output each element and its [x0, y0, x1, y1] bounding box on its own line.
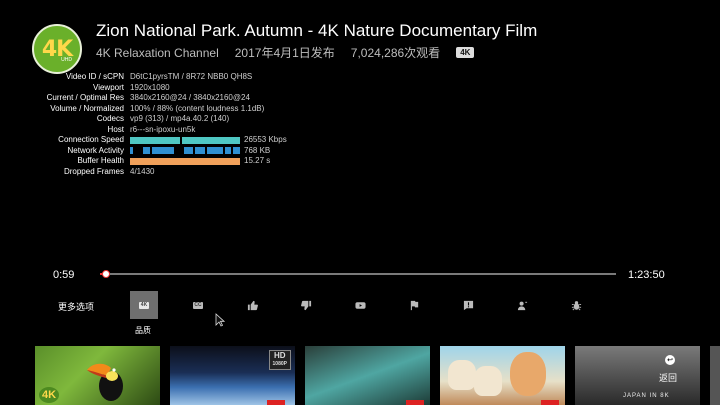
thumbs-down-icon [300, 300, 311, 310]
channel-logo-sub: UHD [61, 57, 72, 63]
view-count: 7,024,286次观看 [350, 46, 441, 60]
stat-row-dropped-frames: Dropped Frames 4/1430 [40, 167, 340, 178]
stat-value: D6tC1pyrsTM / 8R72 NBB0 QH8S [130, 72, 253, 81]
stat-label: Dropped Frames [63, 166, 124, 176]
stat-row-connection-speed: Connection Speed 26553 Kbps [40, 135, 340, 146]
stat-row-host: Host r6---sn-ipoxu-un5k [40, 125, 340, 136]
stat-row-buffer-health: Buffer Health 15.27 s [40, 156, 340, 167]
connection-speed-value: 26553 Kbps [244, 135, 287, 144]
hd-badge-sub: 1080P [272, 361, 287, 367]
stats-for-nerds-panel: Video ID / sCPN D6tC1pyrsTM / 8R72 NBB0 … [40, 72, 340, 177]
cartoon-boy-image [510, 352, 546, 396]
stat-value: 4/1430 [130, 166, 155, 176]
toucan-image [87, 363, 123, 401]
stat-value: 3840x2160@24 / 3840x2160@24 [130, 93, 250, 102]
stat-value: 26553 Kbps [130, 135, 287, 146]
stat-value: r6---sn-ipoxu-un5k [130, 124, 196, 134]
youtube-icon [354, 301, 366, 309]
related-video-thumbnail[interactable]: JAPAN IN 8K [575, 346, 700, 405]
stat-label: Viewport [93, 82, 124, 92]
stat-row-viewport: Viewport 1920x1080 [40, 83, 340, 94]
kitten-image [448, 360, 476, 390]
youtube-button[interactable] [346, 291, 374, 319]
stat-label: Host [107, 124, 124, 134]
captions-button[interactable]: CC [184, 291, 212, 319]
kitten-image [474, 366, 502, 396]
seek-handle[interactable] [102, 270, 111, 278]
total-time: 1:23:50 [628, 269, 665, 281]
related-video-thumbnail[interactable] [305, 346, 430, 405]
like-button[interactable] [238, 291, 266, 319]
quality-button[interactable]: 4K [130, 291, 158, 319]
hd-badge: HD 1080P [268, 350, 291, 370]
stat-row-video-id: Video ID / sCPN D6tC1pyrsTM / 8R72 NBB0 … [40, 72, 340, 83]
network-activity-bar [130, 147, 241, 155]
debug-button[interactable] [562, 291, 590, 319]
hd-badge-text: HD [273, 351, 286, 360]
report-button[interactable] [400, 291, 428, 319]
video-title: Zion National Park. Autumn - 4K Nature D… [96, 21, 538, 40]
related-videos-row: 4K HD 1080P JAPAN IN 8K [0, 346, 720, 405]
stat-value: 100% / 88% (content loudness 1.1dB) [130, 103, 265, 113]
quality-badge: 4K [456, 47, 475, 58]
video-meta: 4K Relaxation Channel 2017年4月1日发布 7,024,… [96, 44, 490, 61]
stat-row-volume: Volume / Normalized 100% / 88% (content … [40, 104, 340, 115]
stat-label: Codecs [96, 114, 124, 123]
stat-row-resolution: Current / Optimal Res 3840x2160@24 / 384… [40, 93, 340, 104]
duration-badge [541, 400, 559, 405]
current-time: 0:59 [53, 269, 75, 281]
stat-label: Current / Optimal Res [46, 93, 124, 102]
buffer-health-value: 15.27 s [244, 156, 271, 165]
related-video-thumbnail[interactable]: HD 1080P [170, 346, 295, 405]
related-video-thumbnail[interactable] [710, 346, 720, 405]
stat-value: 768 KB [130, 146, 270, 157]
flag-icon [410, 300, 418, 310]
more-options-label[interactable]: 更多选项 [58, 300, 94, 313]
buffer-health-bar [130, 157, 240, 165]
network-activity-value: 768 KB [244, 145, 271, 155]
stat-label: Video ID / sCPN [65, 72, 124, 81]
mouse-cursor-icon [215, 313, 225, 327]
publish-date: 2017年4月1日发布 [234, 46, 335, 60]
channel-watermark: 4K [39, 387, 60, 403]
stat-value: vp9 (313) / mp4a.40.2 (140) [130, 114, 230, 123]
back-icon[interactable]: ↩ [665, 355, 675, 365]
feedback-button[interactable] [454, 291, 482, 319]
thumbs-up-icon [247, 300, 258, 310]
account-button[interactable] [508, 291, 536, 319]
stat-label: Connection Speed [58, 135, 124, 144]
captions-icon: CC [193, 301, 203, 309]
dislike-button[interactable] [292, 291, 320, 319]
stat-value: 15.27 s [130, 156, 270, 167]
related-video-thumbnail[interactable]: 4K [35, 346, 160, 405]
related-video-thumbnail[interactable] [440, 346, 565, 405]
quality-icon: 4K [139, 301, 149, 309]
thumbnail-caption: JAPAN IN 8K [623, 393, 670, 399]
user-icon [517, 301, 527, 310]
channel-name: 4K Relaxation Channel [96, 45, 219, 60]
stat-row-codecs: Codecs vp9 (313) / mp4a.40.2 (140) [40, 114, 340, 125]
stat-row-network-activity: Network Activity 768 KB [40, 146, 340, 157]
quality-label: 品质 [135, 326, 151, 335]
stat-label: Buffer Health [77, 156, 124, 165]
channel-logo[interactable]: 4K UHD [32, 24, 82, 74]
stat-label: Network Activity [67, 145, 124, 155]
stat-value: 1920x1080 [130, 82, 170, 92]
duration-badge [267, 400, 285, 405]
back-button[interactable]: 返回 [659, 371, 677, 384]
stat-label: Volume / Normalized [50, 103, 124, 113]
seek-bar[interactable] [100, 273, 616, 275]
bug-icon [571, 300, 581, 310]
info-icon [463, 300, 473, 310]
connection-speed-bar [130, 136, 240, 144]
duration-badge [406, 400, 424, 405]
